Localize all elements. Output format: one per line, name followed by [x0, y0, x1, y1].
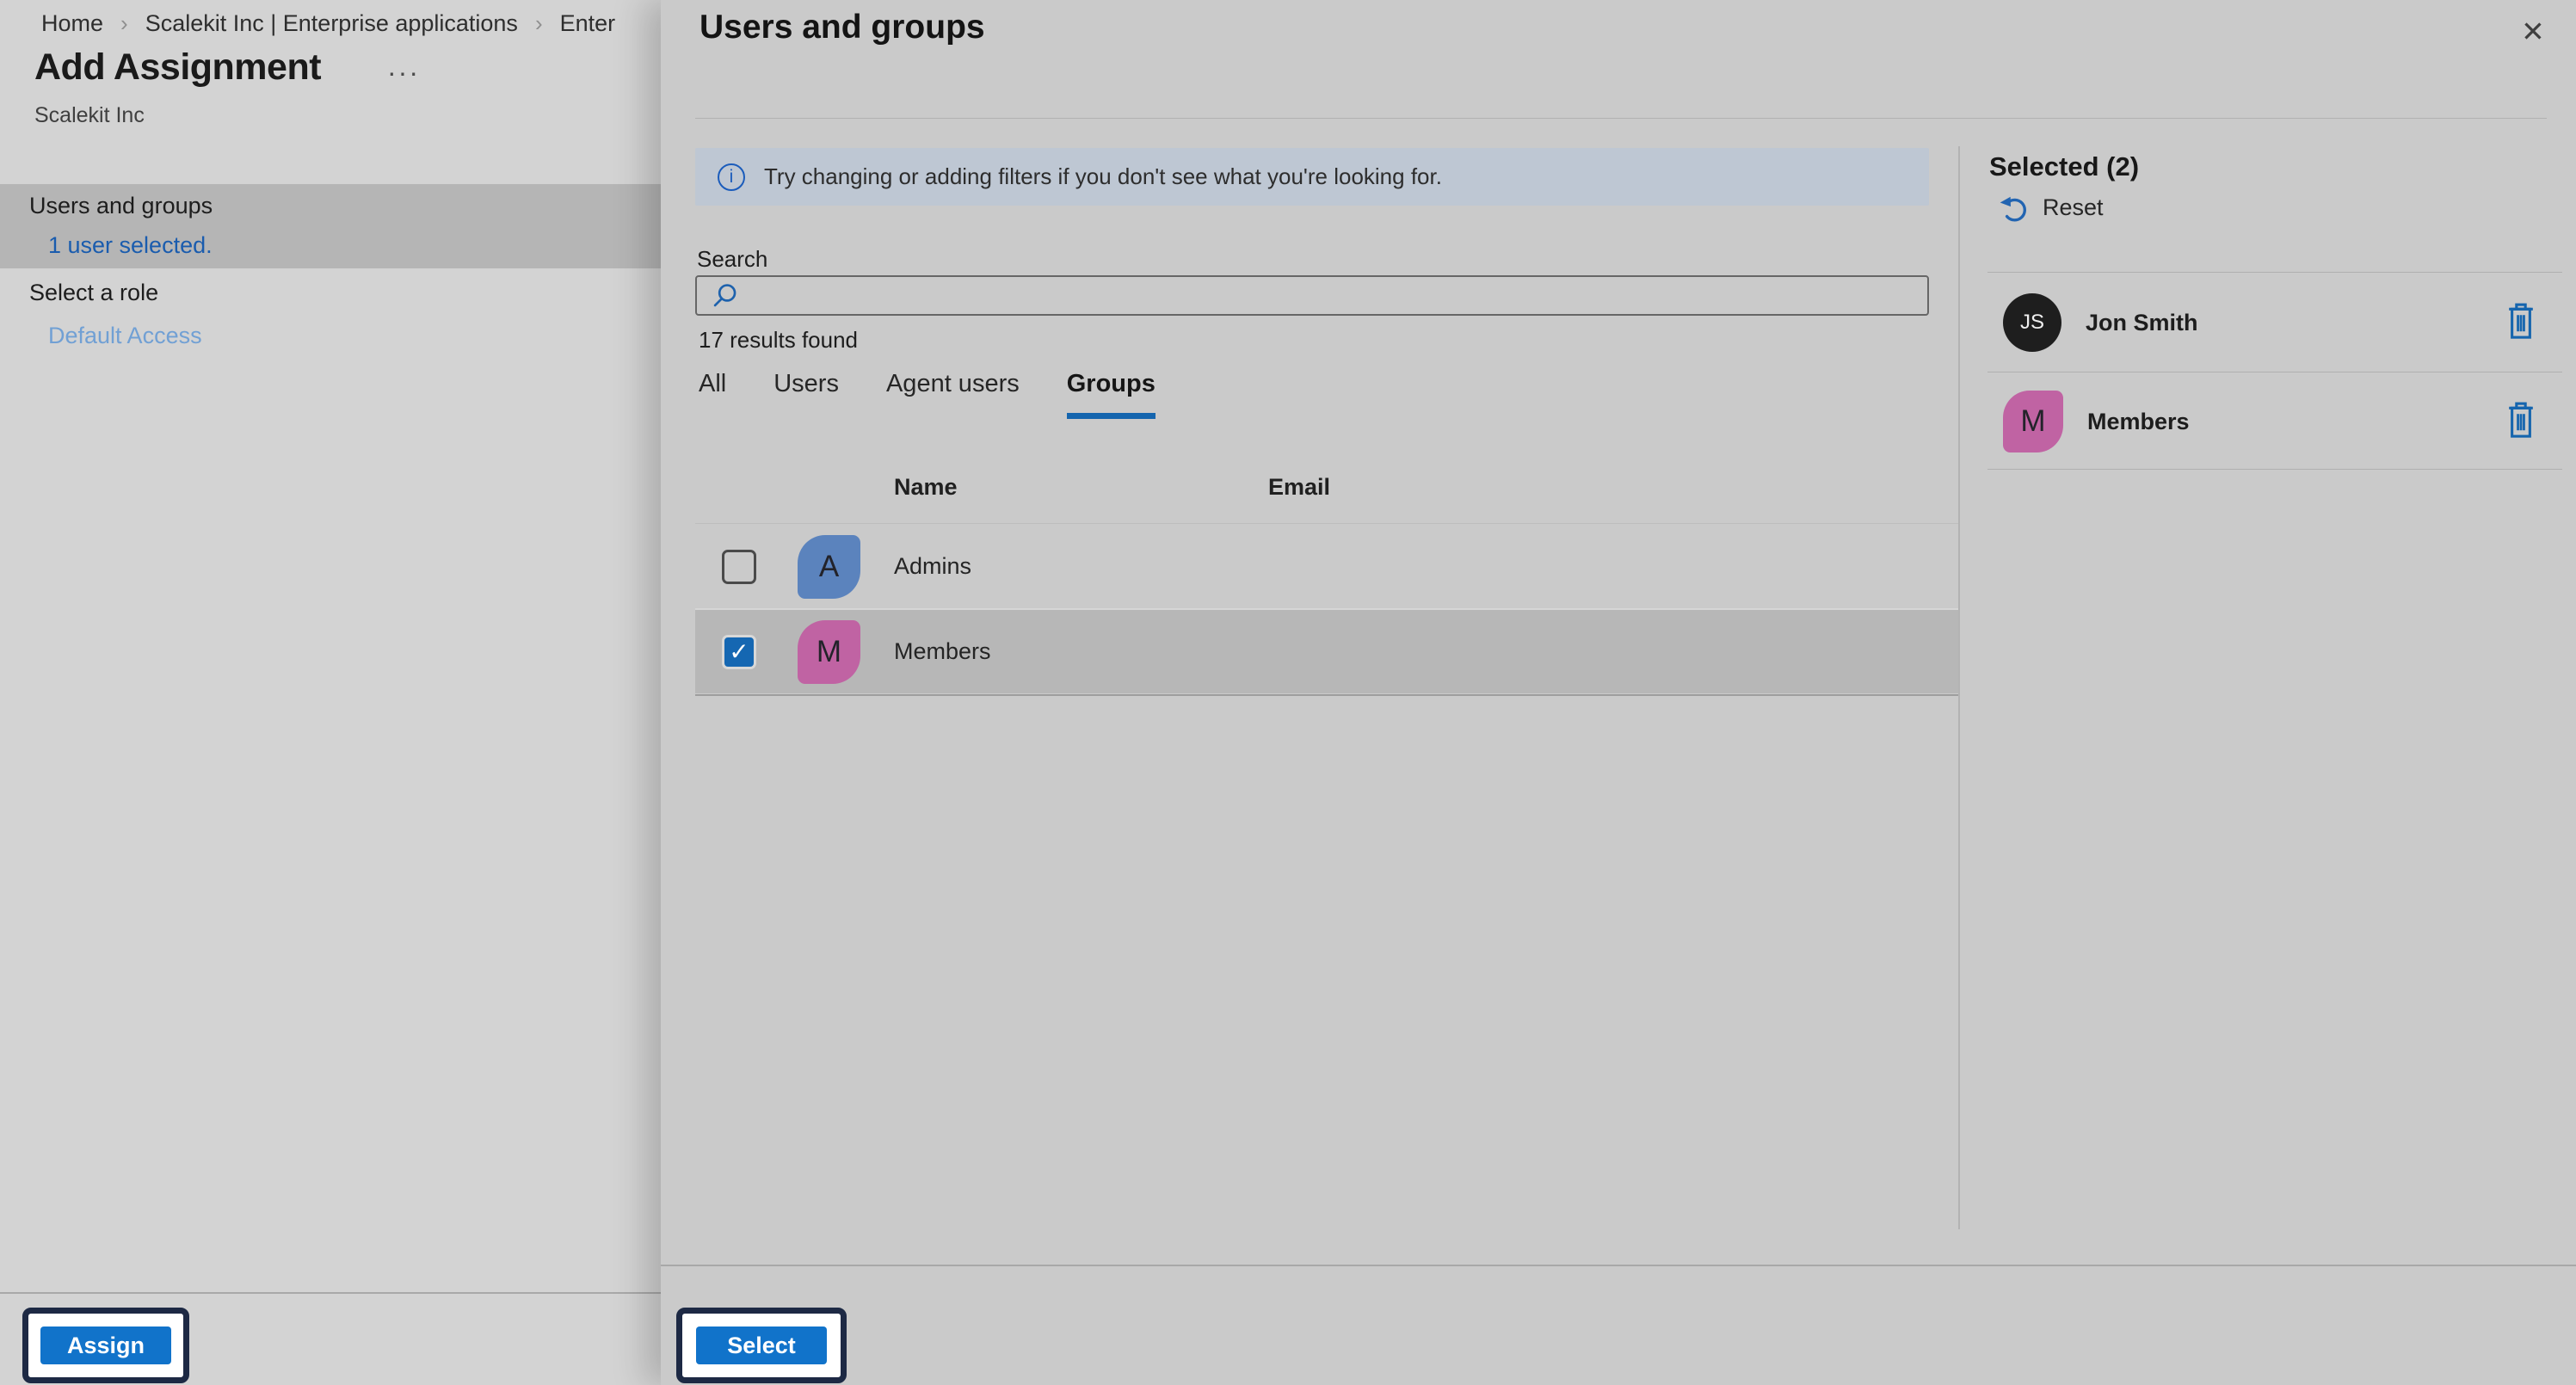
row-name: Admins [894, 553, 1269, 580]
breadcrumb-enterprise-applications[interactable]: Scalekit Inc | Enterprise applications [145, 10, 518, 37]
panel-footer-divider [661, 1265, 2576, 1266]
selected-item-name: Jon Smith [2086, 310, 2198, 336]
assign-button[interactable]: Assign [40, 1327, 171, 1364]
search-box [695, 275, 1929, 316]
breadcrumb-home[interactable]: Home [41, 10, 103, 37]
tab-users[interactable]: Users [773, 370, 839, 402]
default-access-link[interactable]: Default Access [48, 323, 202, 349]
select-button-highlight: Select [676, 1308, 847, 1383]
select-button[interactable]: Select [696, 1327, 827, 1364]
table-row[interactable]: ✓ M Members [695, 610, 1958, 693]
info-icon: i [718, 163, 745, 191]
breadcrumb-chevron-icon: › [120, 10, 128, 37]
column-header-email: Email [1268, 474, 1330, 501]
screen: Home › Scalekit Inc | Enterprise applica… [0, 0, 2576, 1385]
selected-item-name: Members [2087, 409, 2190, 435]
filter-tabs: All Users Agent users Groups [699, 370, 1156, 402]
reset-icon [1996, 191, 2029, 224]
breadcrumb-chevron-icon: › [535, 10, 543, 37]
tab-all[interactable]: All [699, 370, 726, 402]
tab-agent-users[interactable]: Agent users [886, 370, 1020, 402]
user-avatar: JS [2003, 293, 2061, 352]
search-input[interactable] [740, 277, 1927, 314]
table-bottom-divider [695, 694, 1958, 696]
tab-groups[interactable]: Groups [1067, 370, 1156, 402]
selected-panel-title: Selected (2) [1989, 151, 2139, 182]
breadcrumb: Home › Scalekit Inc | Enterprise applica… [41, 10, 615, 37]
row-name: Members [894, 638, 1269, 665]
delete-icon[interactable] [2504, 401, 2538, 442]
selected-divider [1987, 469, 2562, 470]
left-footer-divider [0, 1292, 661, 1294]
search-icon [711, 281, 740, 311]
delete-icon[interactable] [2504, 302, 2538, 343]
reset-label: Reset [2043, 194, 2104, 221]
column-header-name: Name [894, 474, 1268, 501]
nav-users-groups-label: Users and groups [29, 193, 213, 219]
group-avatar: M [798, 620, 860, 684]
panel-title: Users and groups [699, 9, 985, 46]
table-row[interactable]: ✓ A Admins [695, 525, 1958, 608]
results-count: 17 results found [699, 327, 858, 354]
table-header-divider [695, 523, 1958, 524]
close-icon[interactable]: ✕ [2511, 9, 2555, 53]
page-title: Add Assignment [34, 46, 321, 89]
selected-divider [1987, 272, 2562, 273]
breadcrumb-truncated[interactable]: Enter [560, 10, 616, 37]
group-avatar: M [2003, 391, 2063, 452]
check-icon: ✓ [729, 637, 749, 666]
assign-button-highlight: Assign [22, 1308, 189, 1383]
more-icon[interactable]: ··· [387, 57, 420, 89]
search-label: Search [697, 246, 767, 273]
reset-button[interactable]: Reset [1996, 191, 2104, 224]
nav-item-users-and-groups[interactable]: Users and groups 1 user selected. [0, 184, 661, 268]
table-header: Name Email [695, 465, 1958, 509]
panel-header-divider [695, 118, 2547, 119]
users-and-groups-panel: Users and groups ✕ i Try changing or add… [661, 0, 2576, 1385]
group-avatar: A [798, 535, 860, 599]
row-checkbox[interactable]: ✓ [722, 635, 756, 669]
select-role-label: Select a role [29, 280, 158, 306]
selected-item: JS Jon Smith [1987, 274, 2562, 372]
page-subtitle: Scalekit Inc [34, 103, 145, 128]
row-checkbox[interactable]: ✓ [722, 550, 756, 584]
panel-vertical-divider [1958, 146, 1960, 1229]
info-banner-text: Try changing or adding filters if you do… [764, 163, 1442, 190]
selected-item: M Members [1987, 372, 2562, 471]
info-banner: i Try changing or adding filters if you … [695, 148, 1929, 206]
users-selected-link[interactable]: 1 user selected. [48, 232, 213, 259]
